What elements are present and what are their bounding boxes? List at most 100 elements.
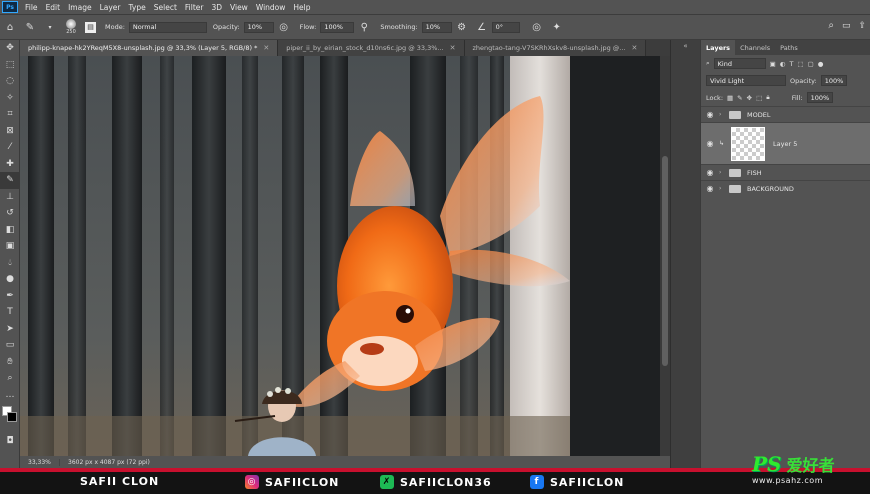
lock-pixels-icon[interactable]: ✎ [737,94,742,102]
lock-artboard-icon[interactable]: ⬚ [756,94,762,102]
facebook-icon: f [530,475,544,489]
share-icon[interactable]: ⇪ [858,21,866,31]
layer-name: BACKGROUND [747,184,794,193]
airbrush-icon[interactable]: ⚲ [357,20,371,34]
mode-select[interactable]: Normal [128,21,207,33]
canvas-vertical-scrollbar[interactable] [660,56,670,456]
layer-row-model[interactable]: ◉ › MODEL [701,106,870,122]
type-tool-icon[interactable]: T [0,304,20,321]
path-select-tool-icon[interactable]: ➤ [0,321,20,338]
brush-settings-icon[interactable]: ▤ [85,21,96,33]
tab-document-2[interactable]: piper_ii_by_eirian_stock_d10ns6c.jpg @ 3… [278,40,465,56]
tab-document-1[interactable]: philipp-knape-hk2YReqM5X8-unsplash.jpg @… [20,40,279,56]
fill-field[interactable]: 100% [806,92,833,103]
filter-toggle-icon[interactable]: ● [818,60,824,68]
document-canvas[interactable] [20,56,670,456]
tab-paths[interactable]: Paths [775,40,803,55]
pixel-filter-icon[interactable]: ▣ [770,60,776,68]
blend-mode-select[interactable]: Vivid Light [706,75,786,86]
menu-filter[interactable]: Filter [181,3,208,12]
options-bar: ⌂ ✎ ▾ 250 ▤ Mode: Normal Opacity: 10% ◎ … [0,14,870,40]
home-icon[interactable]: ⌂ [3,20,17,34]
healing-brush-tool-icon[interactable]: ✚ [0,156,20,173]
gradient-tool-icon[interactable]: ▣ [0,238,20,255]
more-tools-icon[interactable]: … [0,387,20,404]
quick-mask-icon[interactable]: ◘ [0,433,20,450]
pen-tool-icon[interactable]: ✒ [0,288,20,305]
adjustment-filter-icon[interactable]: ◐ [780,60,786,68]
eye-icon[interactable]: ◉ [701,139,719,148]
lock-position-icon[interactable]: ✥ [747,94,752,102]
eyedropper-tool-icon[interactable]: ⁄ [0,139,20,156]
menu-layer[interactable]: Layer [96,3,125,12]
layer-row-fish[interactable]: ◉ › FISH [701,164,870,180]
background-color[interactable] [7,412,17,422]
type-filter-icon[interactable]: T [789,60,793,68]
search-icon[interactable]: ⌕ [828,20,834,31]
menu-help[interactable]: Help [289,3,314,12]
history-brush-tool-icon[interactable]: ↺ [0,205,20,222]
search-icon: ⌕ [706,59,710,67]
chevron-right-icon[interactable]: › [719,185,729,192]
layer-row-layer5[interactable]: ◉ ↳ Layer 5 [701,122,870,164]
lasso-tool-icon[interactable]: ◌ [0,73,20,90]
menu-select[interactable]: Select [150,3,181,12]
tab-document-3[interactable]: zhengtao-tang-V7SKRhXskv8-unsplash.jpg @… [464,40,647,56]
opacity-field[interactable]: 10% [243,21,274,33]
angle-field[interactable]: 0° [491,21,520,33]
close-icon[interactable]: ✕ [263,44,269,52]
marquee-tool-icon[interactable]: ⬚ [0,57,20,74]
symmetry-icon[interactable]: ✦ [550,20,564,34]
clone-stamp-tool-icon[interactable]: ⊥ [0,189,20,206]
eye-icon[interactable]: ◉ [701,110,719,119]
shape-filter-icon[interactable]: ⬚ [797,60,803,68]
frame-tool-icon[interactable]: ⊠ [0,123,20,140]
smoothing-field[interactable]: 10% [421,21,452,33]
crop-tool-icon[interactable]: ⌗ [0,106,20,123]
smart-object-filter-icon[interactable]: ▢ [808,60,814,68]
menu-image[interactable]: Image [64,3,96,12]
tab-channels[interactable]: Channels [735,40,775,55]
dodge-tool-icon[interactable]: ● [0,271,20,288]
zoom-level[interactable]: 33,33% [20,458,60,466]
menu-window[interactable]: Window [252,3,290,12]
rectangle-tool-icon[interactable]: ▭ [0,337,20,354]
chevron-right-icon[interactable]: › [719,111,729,118]
close-icon[interactable]: ✕ [631,44,637,52]
scrollbar-thumb[interactable] [662,156,668,366]
quick-select-tool-icon[interactable]: ✧ [0,90,20,107]
color-swatches[interactable] [0,403,20,433]
workspace-icon[interactable]: ▭ [842,21,851,31]
gear-icon[interactable]: ⚙ [455,20,469,34]
hand-tool-icon[interactable]: ✋︎ [0,354,20,371]
layer-opacity-field[interactable]: 100% [820,75,847,86]
instagram-handle: ◎ SAFIICLON [245,475,339,489]
collapse-arrows-icon[interactable]: « [671,42,700,50]
pressure-size-icon[interactable]: ◎ [530,20,544,34]
lock-transparency-icon[interactable]: ▦ [727,94,733,102]
menu-file[interactable]: File [21,3,42,12]
flow-field[interactable]: 100% [320,21,355,33]
menu-3d[interactable]: 3D [207,3,226,12]
layer-row-background[interactable]: ◉ › BACKGROUND [701,180,870,196]
menu-type[interactable]: Type [125,3,150,12]
site-watermark: PS 爱好者 www.psahz.com [752,452,870,494]
eye-icon[interactable]: ◉ [701,184,719,193]
kind-filter-select[interactable]: Kind [713,58,766,69]
brush-tool-icon[interactable]: ✎ [23,20,37,34]
chevron-right-icon[interactable]: › [719,169,729,176]
chevron-down-icon[interactable]: ▾ [43,20,57,34]
blur-tool-icon[interactable]: 💧︎ [0,255,20,272]
brush-tool-icon[interactable]: ✎ [0,172,20,189]
move-tool-icon[interactable]: ✥ [0,40,20,57]
menu-view[interactable]: View [226,3,252,12]
lock-all-icon[interactable]: 🔒︎ [766,93,769,102]
eraser-tool-icon[interactable]: ◧ [0,222,20,239]
eye-icon[interactable]: ◉ [701,168,719,177]
menu-edit[interactable]: Edit [42,3,65,12]
pressure-opacity-icon[interactable]: ◎ [277,20,291,34]
close-icon[interactable]: ✕ [450,44,456,52]
tab-layers[interactable]: Layers [701,40,736,55]
zoom-tool-icon[interactable]: ⌕ [0,370,20,387]
brush-preset-picker[interactable]: 250 [66,19,76,35]
